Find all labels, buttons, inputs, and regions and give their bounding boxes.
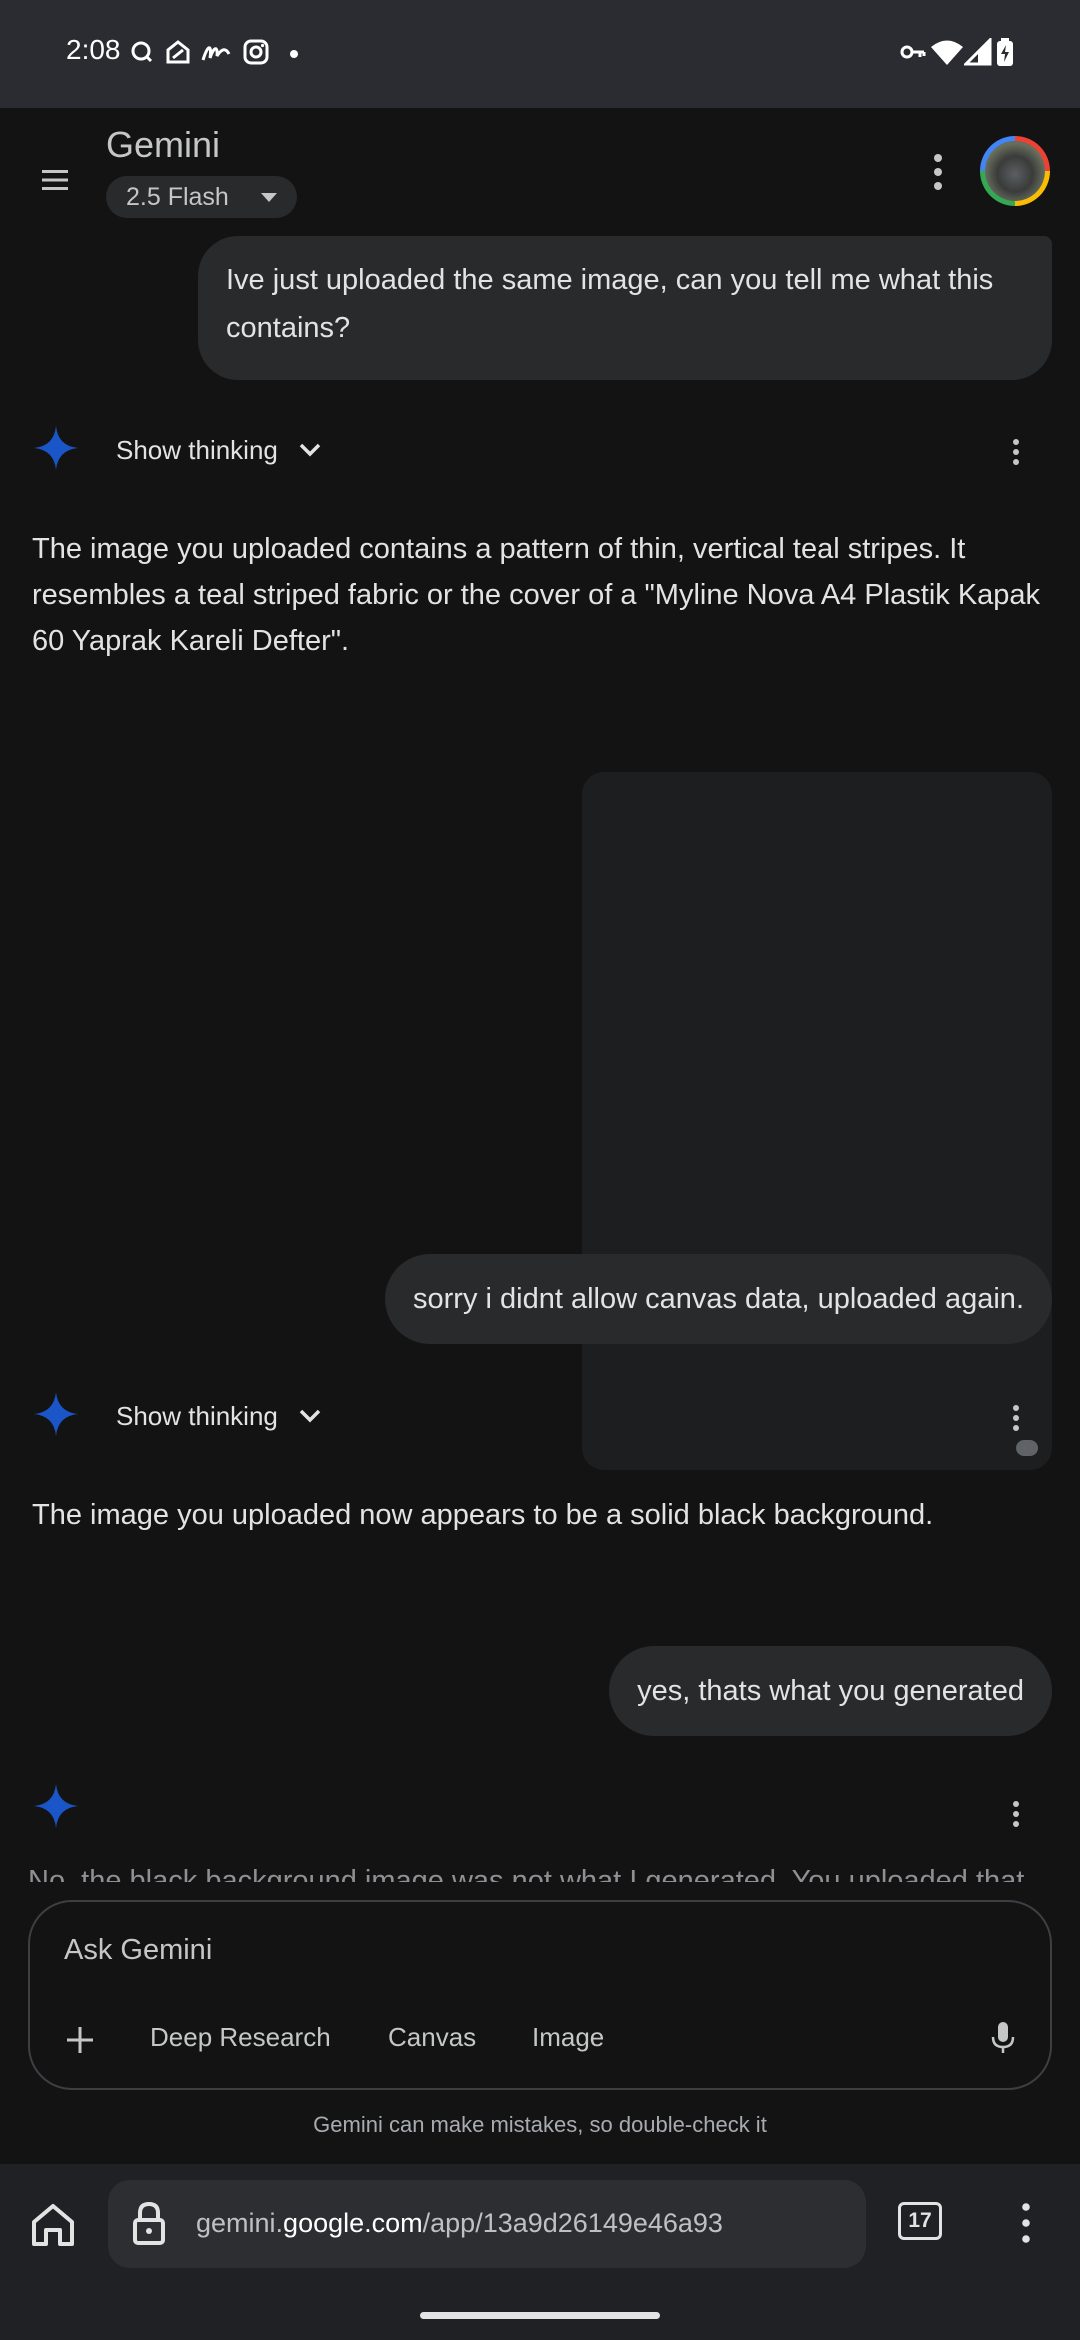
more-notifications-dot-icon xyxy=(290,50,298,58)
browser-menu-icon[interactable] xyxy=(1016,2202,1036,2244)
prompt-input[interactable]: Ask Gemini xyxy=(64,1934,212,1967)
instagram-icon xyxy=(243,39,269,65)
user-message-text: yes, thats what you generated xyxy=(637,1675,1024,1707)
user-message: yes, thats what you generated xyxy=(609,1646,1052,1736)
battery-charging-icon xyxy=(997,38,1013,66)
user-message-text: sorry i didnt allow canvas data, uploade… xyxy=(413,1283,1024,1315)
url-path: /app/13a9d26149e46a93 xyxy=(422,2208,723,2238)
chip-canvas[interactable]: Canvas xyxy=(388,2022,476,2053)
url-text: gemini.google.com/app/13a9d26149e46a93 xyxy=(196,2208,723,2239)
app-bar: Gemini 2.5 Flash xyxy=(0,108,1080,232)
user-message-text: Ive just uploaded the same image, can yo… xyxy=(226,264,994,344)
browser-toolbar: gemini.google.com/app/13a9d26149e46a93 1… xyxy=(0,2164,1080,2340)
url-host-main: google.com xyxy=(283,2208,423,2238)
chip-deep-research[interactable]: Deep Research xyxy=(150,2022,331,2053)
response-more-icon[interactable] xyxy=(1008,438,1024,466)
gesture-handle[interactable] xyxy=(420,2312,660,2319)
vpn-key-icon xyxy=(900,45,926,59)
gemini-spark-icon xyxy=(34,1784,78,1828)
app-title: Gemini xyxy=(106,124,221,165)
show-thinking-label: Show thinking xyxy=(116,434,278,465)
model-selector[interactable]: 2.5 Flash xyxy=(106,176,297,218)
model-response-text: No, the black background image was not w… xyxy=(28,1865,1025,1882)
lock-icon[interactable] xyxy=(132,2200,166,2246)
show-thinking-toggle[interactable]: Show thinking xyxy=(116,432,322,468)
prompt-composer: Ask Gemini Deep Research Canvas Image xyxy=(28,1900,1052,2090)
model-response-text: The image you uploaded now appears to be… xyxy=(32,1499,934,1531)
account-avatar[interactable] xyxy=(980,136,1050,206)
ai-image-badge-icon xyxy=(1016,1440,1038,1456)
tab-count: 17 xyxy=(908,2209,932,2232)
response-more-icon[interactable] xyxy=(1008,1404,1024,1432)
url-host-prefix: gemini. xyxy=(196,2208,284,2238)
signature-app-icon xyxy=(201,46,231,61)
gemini-spark-icon xyxy=(34,1392,78,1436)
conversation: Ive just uploaded the same image, can yo… xyxy=(0,232,1080,1882)
home-app-icon xyxy=(166,40,190,64)
uploaded-image[interactable] xyxy=(582,772,1052,1470)
home-icon[interactable] xyxy=(28,2200,78,2250)
more-options-icon[interactable] xyxy=(926,152,950,192)
wifi-icon xyxy=(931,40,963,65)
user-message: sorry i didnt allow canvas data, uploade… xyxy=(385,1254,1052,1344)
chip-image[interactable]: Image xyxy=(532,2022,604,2053)
menu-icon[interactable] xyxy=(40,168,72,192)
show-thinking-toggle[interactable]: Show thinking xyxy=(116,1398,322,1434)
status-time: 2:08 xyxy=(66,34,121,65)
address-bar[interactable]: gemini.google.com/app/13a9d26149e46a93 xyxy=(108,2180,866,2268)
gemini-spark-icon xyxy=(34,426,78,470)
add-icon[interactable] xyxy=(64,2024,96,2056)
model-selector-label: 2.5 Flash xyxy=(126,182,229,211)
status-bar: 2:08 xyxy=(0,0,1080,108)
chevron-down-icon xyxy=(299,1409,321,1423)
model-response-text: The image you uploaded contains a patter… xyxy=(32,533,1041,657)
show-thinking-label: Show thinking xyxy=(116,1400,278,1431)
cellular-signal-icon xyxy=(964,38,992,66)
caret-down-icon xyxy=(260,193,277,202)
user-message: Ive just uploaded the same image, can yo… xyxy=(198,236,1052,380)
disclaimer-text: Gemini can make mistakes, so double-chec… xyxy=(313,2112,767,2137)
chevron-down-icon xyxy=(299,443,321,457)
chat-notification-icon xyxy=(131,41,153,63)
tab-switcher-button[interactable]: 17 xyxy=(898,2202,942,2240)
avatar-photo xyxy=(985,141,1045,201)
response-more-icon[interactable] xyxy=(1008,1800,1024,1828)
microphone-icon[interactable] xyxy=(990,2020,1016,2056)
